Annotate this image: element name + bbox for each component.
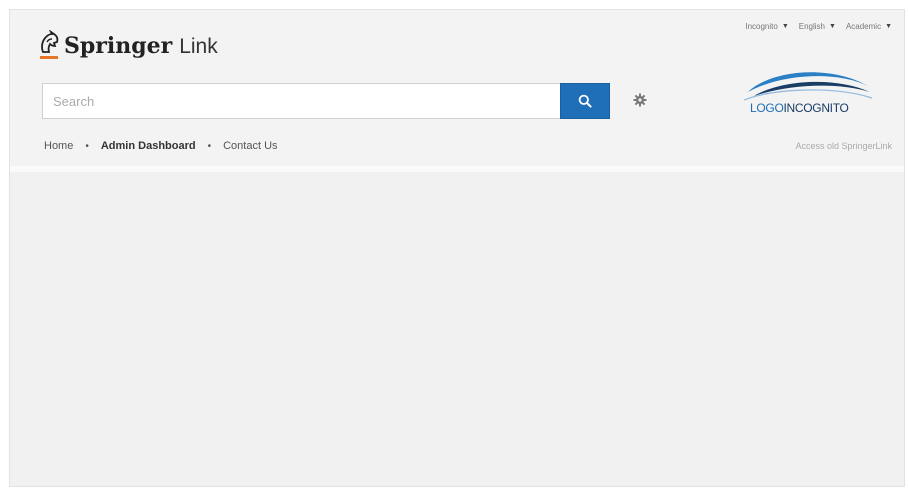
search-input[interactable]: [42, 83, 560, 119]
academic-menu-label: Academic: [845, 22, 882, 31]
main-content-area: [10, 172, 904, 486]
logo-text-bold: Springer: [64, 33, 173, 59]
nav-admin-dashboard-link[interactable]: Admin Dashboard: [101, 140, 196, 152]
institution-logo-swoosh-icon: [743, 72, 873, 101]
search-bar: [42, 83, 610, 119]
nav-separator: •: [85, 140, 89, 152]
institution-logo-text-part2: INCOGNITO: [783, 101, 849, 115]
springer-horse-icon: [38, 29, 60, 60]
nav-home-link[interactable]: Home: [44, 140, 73, 152]
search-button[interactable]: [560, 83, 610, 119]
institution-logo-text: LOGOINCOGNITO: [750, 101, 849, 115]
site-header: Incognito ▼ English ▼ Academic ▼ Springe…: [10, 10, 904, 166]
academic-menu[interactable]: Academic ▼: [846, 22, 892, 31]
institution-logo: LOGOINCOGNITO: [740, 62, 876, 122]
main-nav: Home • Admin Dashboard • Contact Us: [44, 140, 278, 152]
nav-contact-us-link[interactable]: Contact Us: [223, 140, 277, 152]
caret-down-icon: ▼: [781, 23, 789, 30]
institution-logo-text-part1: LOGO: [750, 101, 784, 115]
access-old-springerlink-link[interactable]: Access old SpringerLink: [795, 141, 892, 151]
incognito-menu[interactable]: Incognito ▼: [745, 22, 788, 31]
search-settings-button[interactable]: [632, 92, 648, 108]
language-menu-label: English: [798, 22, 825, 31]
springer-link-wordmark: Springer Link: [64, 33, 218, 60]
logo-text-light: Link: [179, 35, 218, 58]
gear-icon: [633, 93, 647, 107]
utility-menu: Incognito ▼ English ▼ Academic ▼: [745, 22, 892, 31]
page-frame: Incognito ▼ English ▼ Academic ▼ Springe…: [9, 9, 905, 487]
nav-separator: •: [207, 140, 212, 152]
incognito-menu-label: Incognito: [745, 22, 778, 31]
caret-down-icon: ▼: [829, 23, 836, 30]
caret-down-icon: ▼: [885, 23, 892, 30]
springer-link-logo[interactable]: Springer Link: [38, 29, 218, 60]
search-icon: [578, 94, 592, 108]
language-menu[interactable]: English ▼: [799, 22, 836, 31]
